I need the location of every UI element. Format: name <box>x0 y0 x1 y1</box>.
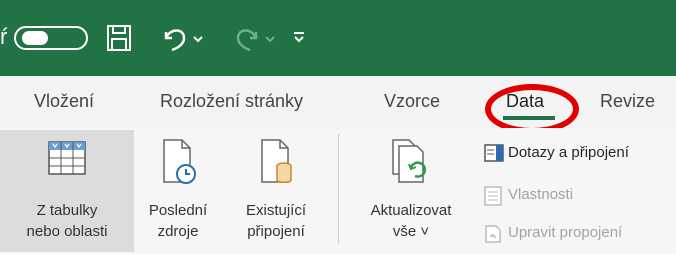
redo-icon <box>236 29 258 52</box>
save-icon[interactable] <box>106 24 132 52</box>
undo-dropdown-icon[interactable] <box>192 34 204 44</box>
undo-icon[interactable] <box>160 24 190 52</box>
recent-sources-button[interactable]: Poslední zdroje <box>134 130 222 252</box>
existing-connections-button[interactable]: Existující připojení <box>226 130 326 252</box>
redo-dropdown-icon <box>265 36 275 43</box>
from-table-line1: Z tabulky <box>36 202 98 219</box>
queries-connections-button[interactable]: Dotazy a připojení <box>484 142 676 166</box>
existing-connections-line2: připojení <box>247 223 305 240</box>
autosave-toggle-knob <box>22 31 48 45</box>
refresh-all-line1: Aktualizovat <box>370 202 452 219</box>
title-bar: ŕ <box>0 0 676 76</box>
from-table-button[interactable]: Z tabulky nebo oblasti <box>0 130 134 252</box>
recent-sources-icon <box>163 139 196 184</box>
edit-links-icon <box>485 225 501 243</box>
customize-icon[interactable] <box>292 30 306 44</box>
properties-button: Vlastnosti <box>484 184 676 208</box>
queries-connections-label: Dotazy a připojení <box>508 144 629 161</box>
existing-connections-icon <box>261 139 292 183</box>
from-table-line2: nebo oblasti <box>26 223 108 240</box>
edit-links-button: Upravit propojení <box>484 222 676 246</box>
tab-vzorce[interactable]: Vzorce <box>384 88 440 114</box>
refresh-all-icon <box>392 139 426 183</box>
recent-sources-line2: zdroje <box>157 223 199 240</box>
tab-vlozeni[interactable]: Vložení <box>34 88 94 114</box>
from-table-label: Z tabulky nebo oblasti <box>0 200 134 242</box>
recent-sources-line1: Poslední <box>148 202 208 219</box>
group-separator <box>338 134 339 244</box>
existing-connections-line1: Existující <box>245 202 306 219</box>
existing-connections-label: Existující připojení <box>226 200 326 242</box>
autosave-toggle[interactable] <box>14 26 88 50</box>
recent-sources-label: Poslední zdroje <box>134 200 222 242</box>
refresh-all-label: Aktualizovat vše ˅ <box>344 200 478 242</box>
tab-revize[interactable]: Revize <box>600 88 655 114</box>
table-icon <box>48 141 86 175</box>
tab-rozlozeni-stranky[interactable]: Rozložení stránky <box>160 88 303 114</box>
refresh-all-line2: vše ˅ <box>392 223 430 240</box>
highlight-annotation <box>485 84 579 134</box>
properties-label: Vlastnosti <box>508 186 574 203</box>
title-fragment: ŕ <box>0 24 8 49</box>
queries-icon <box>484 144 504 162</box>
edit-links-label: Upravit propojení <box>508 224 623 241</box>
refresh-all-button[interactable]: Aktualizovat vše ˅ <box>344 130 478 252</box>
properties-icon <box>484 186 502 206</box>
